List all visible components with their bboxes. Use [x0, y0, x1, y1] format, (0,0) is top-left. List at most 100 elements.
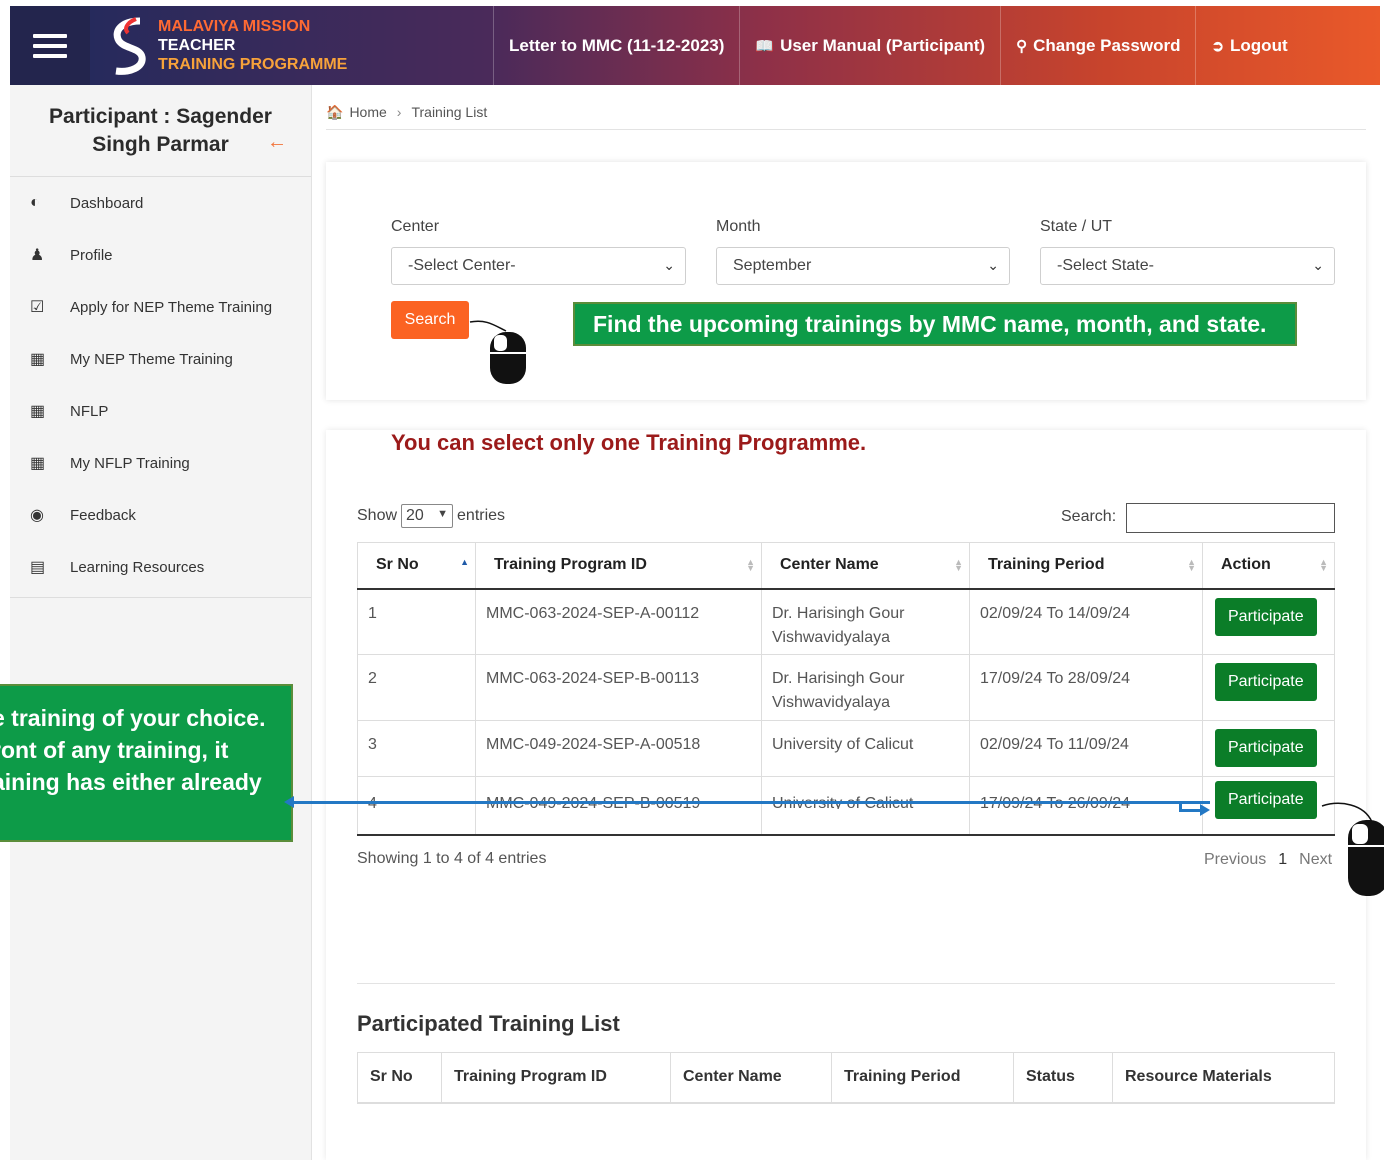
cell-sr: 3: [357, 720, 476, 777]
section-divider: [357, 983, 1335, 984]
letter-to-mmc-label: Letter to MMC (11-12-2023): [509, 35, 725, 55]
brand-line-3: TRAINING PROGRAMME: [158, 56, 348, 73]
cell-center: University of Calicut: [761, 776, 970, 835]
breadcrumb: 🏠 Home › Training List: [326, 98, 1366, 130]
cell-action: Participate: [1202, 776, 1335, 835]
participant-header: Participant : Sagender Singh Parmar ←: [10, 85, 311, 177]
arrow-left-icon: [284, 796, 294, 808]
collapse-arrow-icon[interactable]: ←: [267, 131, 287, 154]
cell-sr: 2: [357, 654, 476, 721]
entries-select[interactable]: 20 ▼: [401, 504, 454, 528]
cell-id: MMC-049-2024-SEP-B-00519: [475, 776, 762, 835]
arrow-right-icon: [1200, 804, 1210, 816]
col-training-program-id: Training Program ID: [441, 1052, 671, 1104]
sort-icon: ▲ ▼: [1319, 557, 1328, 573]
participant-name: Participant : Sagender Singh Parmar: [49, 104, 272, 156]
sidebar-item-feedback[interactable]: ◉ Feedback: [10, 489, 311, 541]
sidebar-item-dashboard[interactable]: ◐ Dashboard: [10, 177, 311, 229]
table-row: 4 MMC-049-2024-SEP-B-00519 University of…: [357, 776, 1335, 835]
search-button[interactable]: Search: [391, 301, 469, 339]
table-search-input[interactable]: [1126, 503, 1335, 533]
show-label: Show: [357, 507, 398, 524]
sidebar-item-nflp[interactable]: ▦ NFLP: [10, 385, 311, 437]
participated-list-title: Participated Training List: [357, 1011, 620, 1036]
state-select[interactable]: -Select State- ⌄: [1040, 247, 1335, 285]
center-select[interactable]: -Select Center- ⌄: [391, 247, 686, 285]
sidebar-item-label: Profile: [70, 246, 113, 264]
sidebar-menu: ◐ Dashboard ♟ Profile ☑ Apply for NEP Theme…: [10, 177, 311, 598]
training-list-card: You can select only one Training Program…: [326, 430, 1366, 1160]
sidebar-item-learning-resources[interactable]: ▤ Learning Resources: [10, 541, 311, 593]
home-icon: 🏠: [326, 104, 344, 120]
participate-button[interactable]: Participate: [1215, 781, 1317, 819]
month-select[interactable]: September ⌄: [716, 247, 1010, 285]
cell-period: 02/09/24 To 14/09/24: [969, 588, 1203, 655]
table-search-label: Search:: [1061, 508, 1117, 525]
mission-logo-icon: [113, 16, 146, 75]
participate-button[interactable]: Participate: [1215, 663, 1317, 701]
logout-link[interactable]: ➲ Logout: [1195, 6, 1302, 85]
breadcrumb-separator-icon: ›: [396, 104, 402, 120]
entries-length: Show 20 ▼ entries: [357, 504, 505, 528]
letter-to-mmc-link[interactable]: Letter to MMC (11-12-2023): [493, 6, 739, 85]
filter-card: Center -Select Center- ⌄ Month September…: [326, 162, 1366, 400]
callout-line: aining has either already: [0, 769, 262, 795]
entries-value: 20: [406, 507, 424, 524]
participate-button[interactable]: Participate: [1215, 729, 1317, 767]
center-select-value: -Select Center-: [408, 257, 516, 274]
brand-line-1: MALAVIYA MISSION: [158, 18, 311, 35]
col-training-period[interactable]: Training Period ▲ ▼: [969, 542, 1203, 590]
state-label: State / UT: [1040, 218, 1113, 235]
sidebar-item-label: Dashboard: [70, 194, 144, 212]
sort-asc-icon: ▲: [460, 557, 469, 567]
breadcrumb-home[interactable]: Home: [349, 104, 386, 120]
pagination-page[interactable]: 1: [1278, 851, 1287, 869]
hamburger-menu-icon[interactable]: [10, 6, 90, 85]
brand-logo[interactable]: MALAVIYA MISSION TEACHER TRAINING PROGRA…: [90, 6, 493, 85]
pointer-arrow-line: [292, 801, 1210, 804]
col-training-period: Training Period: [831, 1052, 1014, 1104]
cell-id: MMC-049-2024-SEP-A-00518: [475, 720, 762, 777]
sidebar-item-apply-nep[interactable]: ☑ Apply for NEP Theme Training: [10, 281, 311, 333]
sidebar-item-label: Learning Resources: [70, 558, 205, 576]
col-sr-no: Sr No: [357, 1052, 442, 1104]
chevron-down-icon: ⌄: [1312, 257, 1324, 273]
col-status: Status: [1013, 1052, 1113, 1104]
change-password-link[interactable]: ⚲ Change Password: [1000, 6, 1195, 85]
col-action[interactable]: Action ▲ ▼: [1202, 542, 1335, 590]
col-sr-no[interactable]: Sr No ▲: [357, 542, 476, 590]
sidebar: Participant : Sagender Singh Parmar ← ◐ D…: [10, 85, 312, 1160]
sidebar-item-label: NFLP: [70, 402, 109, 420]
cell-id: MMC-063-2024-SEP-A-00112: [475, 588, 762, 655]
cell-period: 02/09/24 To 11/09/24: [969, 720, 1203, 777]
table-row: 3 MMC-049-2024-SEP-A-00518 University of…: [357, 720, 1335, 777]
sidebar-item-label: My NEP Theme Training: [70, 350, 233, 368]
sidebar-item-profile[interactable]: ♟ Profile: [10, 229, 311, 281]
participate-button[interactable]: Participate: [1215, 597, 1317, 636]
col-training-program-id[interactable]: Training Program ID ▲ ▼: [475, 542, 762, 590]
month-select-value: September: [733, 257, 812, 274]
cell-period: 17/09/24 To 26/09/24: [969, 776, 1203, 835]
table-row: 2 MMC-063-2024-SEP-B-00113 Dr. Harisingh…: [357, 654, 1335, 721]
mouse-click-icon: [469, 320, 526, 384]
center-label: Center: [391, 218, 440, 235]
sort-icon: ▲ ▼: [746, 557, 755, 573]
cell-sr: 1: [357, 588, 476, 655]
sidebar-item-my-nep[interactable]: ▦ My NEP Theme Training: [10, 333, 311, 385]
sidebar-item-label: Apply for NEP Theme Training: [70, 298, 273, 316]
comment-icon: ◉: [30, 507, 44, 524]
pagination-previous[interactable]: Previous: [1204, 851, 1266, 869]
callout-choose-training: e training of your choice. ront of any t…: [0, 684, 293, 842]
single-selection-warning: You can select only one Training Program…: [391, 430, 867, 455]
sidebar-item-my-nflp[interactable]: ▦ My NFLP Training: [10, 437, 311, 489]
col-center-name: Center Name: [670, 1052, 832, 1104]
sidebar-item-label: Feedback: [70, 506, 136, 524]
col-center-name[interactable]: Center Name ▲ ▼: [761, 542, 970, 590]
logout-icon: ➲: [1211, 37, 1225, 55]
state-select-value: -Select State-: [1057, 257, 1154, 274]
pagination: Previous 1 Next: [1204, 851, 1332, 869]
chevron-down-icon: ▼: [437, 508, 449, 520]
training-table: Sr No ▲ Training Program ID ▲ ▼ Center Name…: [357, 542, 1335, 835]
user-manual-link[interactable]: 📖 User Manual (Participant): [739, 6, 1000, 85]
logout-label: Logout: [1230, 35, 1288, 55]
